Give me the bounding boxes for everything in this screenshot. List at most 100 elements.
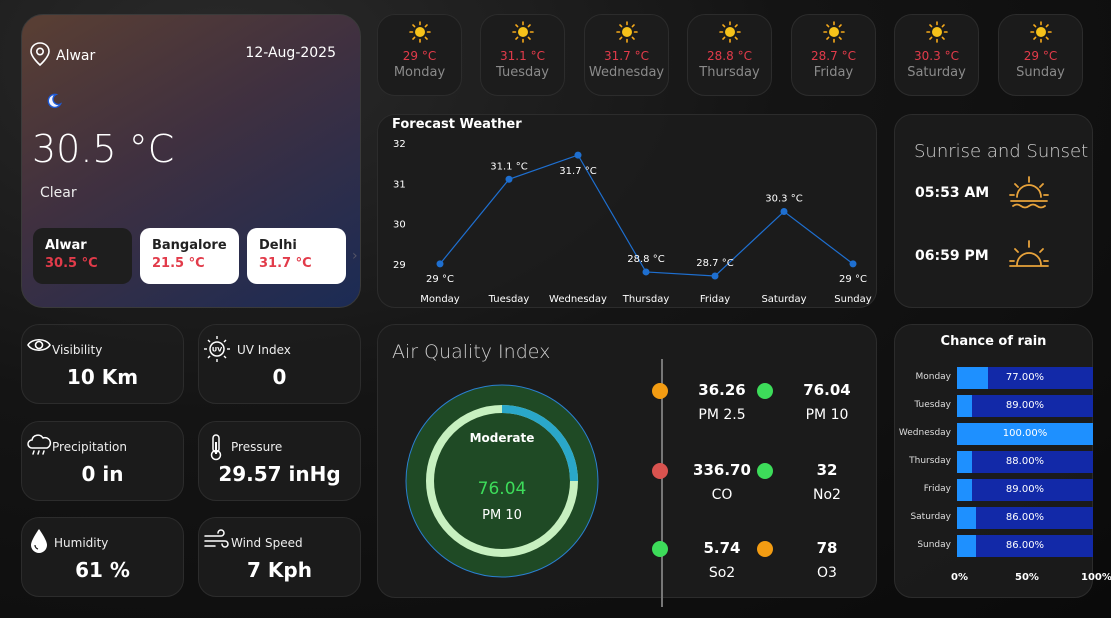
rain-axis-tick: 50%: [1015, 572, 1039, 583]
city-name: Bangalore: [152, 238, 227, 253]
day-card-monday[interactable]: 29 °C Monday: [377, 14, 462, 96]
data-label: 29 °C: [839, 274, 867, 285]
visibility-label: Visibility: [52, 343, 103, 357]
rain-row-wednesday: Wednesday 100.00%: [895, 423, 1094, 445]
rain-bar-track: 89.00%: [957, 395, 1093, 417]
current-weather-card: Alwar 12-Aug-2025 30.5 °C Clear Alwar 30…: [21, 14, 361, 308]
rain-percent-label: 77.00%: [1005, 372, 1045, 383]
data-label: 31.7 °C: [559, 166, 596, 177]
x-tick-label: Wednesday: [549, 294, 607, 305]
day-temp: 28.7 °C: [811, 49, 856, 63]
data-point[interactable]: [780, 208, 788, 215]
day-card-saturday[interactable]: 30.3 °C Saturday: [894, 14, 979, 96]
humidity-label: Humidity: [54, 536, 109, 550]
pressure-tile: Pressure 29.57 inHg: [198, 421, 361, 501]
sun-icon: [688, 21, 771, 47]
rain-bar-track: 86.00%: [957, 535, 1093, 557]
sun-icon: [378, 21, 461, 47]
day-temp: 31.1 °C: [500, 49, 545, 63]
day-name: Tuesday: [496, 65, 549, 80]
pollutant-name: So2: [708, 565, 736, 581]
y-tick-label: 29: [393, 260, 406, 271]
wind-speed-label: Wind Speed: [231, 536, 303, 550]
pollutant-value: 336.70: [693, 461, 751, 479]
pollutant-value: 32: [816, 461, 838, 479]
day-temp: 31.7 °C: [604, 49, 649, 63]
rain-title: Chance of rain: [940, 334, 1047, 349]
day-card-sunday[interactable]: 29 °C Sunday: [998, 14, 1083, 96]
city-temp: 31.7 °C: [259, 256, 312, 271]
air-quality-card: Air Quality Index Moderate 76.04 PM 10 3…: [377, 324, 877, 607]
city-temp: 21.5 °C: [152, 256, 205, 271]
rain-percent-label: 100.00%: [1002, 428, 1048, 439]
wind-speed-tile: Wind Speed 7 Kph: [198, 517, 361, 597]
day-temp: 28.8 °C: [707, 49, 752, 63]
sun-icon: [792, 21, 875, 47]
data-point[interactable]: [505, 175, 513, 183]
rain-row-thursday: Thursday 88.00%: [895, 451, 1094, 473]
precipitation-value: 0 in: [81, 462, 124, 486]
rain-percent-label: 86.00%: [1005, 512, 1045, 523]
eye-icon: [26, 335, 52, 359]
day-card-thursday[interactable]: 28.8 °C Thursday: [687, 14, 772, 96]
rain-bar-track: 86.00%: [957, 507, 1093, 529]
day-card-friday[interactable]: 28.7 °C Friday: [791, 14, 876, 96]
aqi-item-no2: 32 No2: [757, 461, 867, 503]
pollutant-value: 5.74: [703, 539, 741, 557]
location-pin-icon: [28, 41, 52, 71]
rain-row-friday: Friday 89.00%: [895, 479, 1094, 501]
sunset-icon: [1007, 235, 1051, 279]
city-tile-delhi[interactable]: Delhi 31.7 °C: [247, 228, 346, 284]
data-label: 28.8 °C: [627, 254, 664, 265]
rain-day-label: Friday: [923, 484, 951, 494]
rain-row-sunday: Sunday 86.00%: [895, 535, 1094, 557]
city-tile-bangalore[interactable]: Bangalore 21.5 °C: [140, 228, 239, 284]
sunrise-icon: [1007, 173, 1051, 217]
visibility-value: 10 Km: [66, 365, 139, 389]
rain-day-label: Wednesday: [898, 428, 951, 438]
aqi-status: Moderate: [469, 431, 535, 445]
data-point[interactable]: [436, 260, 444, 268]
pollutant-value: 76.04: [803, 381, 851, 399]
x-tick-label: Thursday: [622, 294, 670, 305]
day-temp: 30.3 °C: [914, 49, 959, 63]
rain-bar-track: 88.00%: [957, 451, 1093, 473]
day-name: Thursday: [699, 65, 760, 80]
aqi-item-o3: 78 O3: [757, 539, 867, 581]
status-dot: [757, 541, 773, 557]
rain-cloud-icon: [26, 432, 52, 462]
day-card-tuesday[interactable]: 31.1 °C Tuesday: [480, 14, 565, 96]
sun-icon: [999, 21, 1082, 47]
pressure-label: Pressure: [231, 440, 283, 454]
uv-index-tile: UV UV Index 0: [198, 324, 361, 404]
current-date: 12-Aug-2025: [245, 45, 336, 61]
data-point[interactable]: [642, 268, 650, 276]
data-label: 28.7 °C: [696, 258, 733, 269]
x-tick-label: Saturday: [761, 294, 806, 305]
wind-speed-value: 7 Kph: [247, 558, 312, 582]
day-temp: 29 °C: [402, 49, 437, 63]
weather-condition: Clear: [40, 185, 77, 201]
data-point[interactable]: [711, 272, 719, 280]
day-name: Wednesday: [588, 65, 665, 80]
aqi-title: Air Quality Index: [392, 341, 551, 363]
current-temperature: 30.5 °C: [32, 127, 175, 171]
data-point[interactable]: [574, 151, 582, 159]
sunset-time: 06:59 PM: [915, 248, 989, 264]
data-point[interactable]: [849, 260, 857, 268]
chevron-right-icon[interactable]: ›: [352, 248, 358, 264]
city-tile-alwar[interactable]: Alwar 30.5 °C: [33, 228, 132, 284]
sun-icon: [481, 21, 564, 47]
status-dot: [757, 463, 773, 479]
rain-bar-track: 89.00%: [957, 479, 1093, 501]
day-name: Saturday: [907, 65, 966, 80]
day-card-wednesday[interactable]: 31.7 °C Wednesday: [584, 14, 669, 96]
aqi-item-co: 336.70 CO: [652, 461, 762, 503]
y-tick-label: 31: [393, 179, 406, 190]
rain-bar-track: 100.00%: [957, 423, 1093, 445]
pressure-value: 29.57 inHg: [218, 462, 341, 486]
pollutant-name: CO: [711, 487, 733, 503]
humidity-value: 61 %: [75, 558, 130, 582]
rain-axis-tick: 0%: [951, 572, 968, 583]
visibility-tile: Visibility 10 Km: [21, 324, 184, 404]
